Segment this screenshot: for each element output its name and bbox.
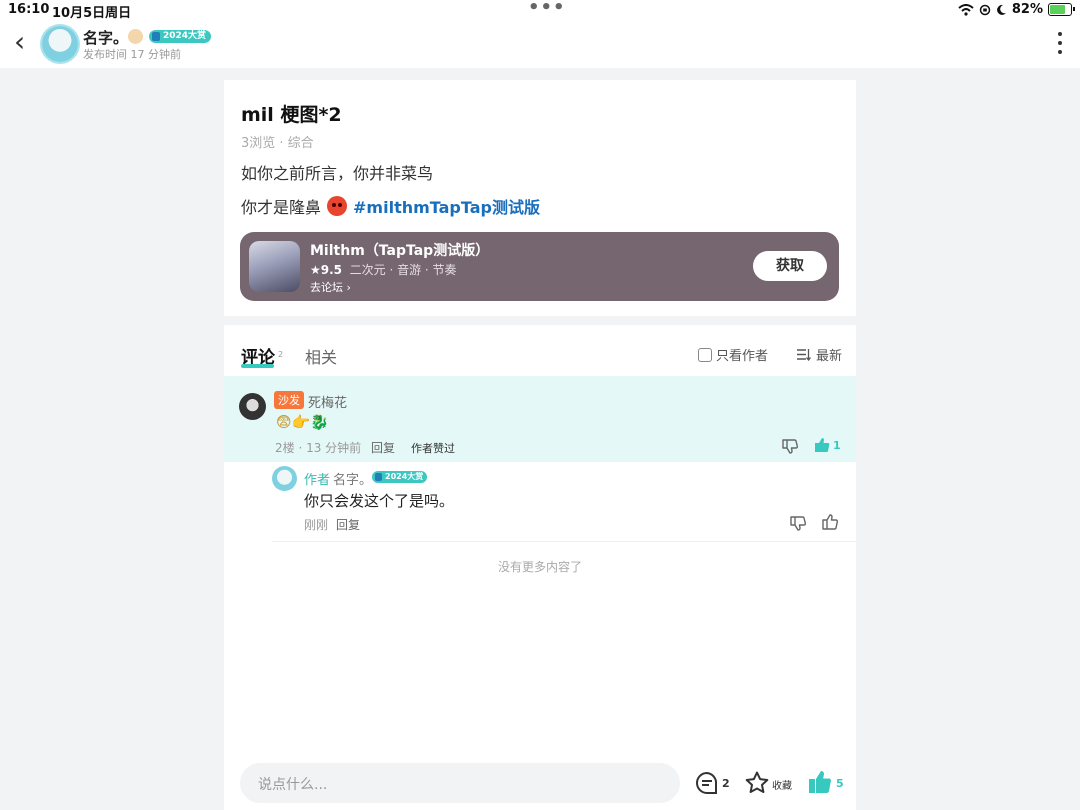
game-rating: ★9.5 bbox=[310, 263, 343, 277]
author-liked-label: 作者赞过 bbox=[411, 442, 455, 455]
author-avatar[interactable] bbox=[42, 26, 78, 62]
comment-item[interactable]: 沙发 死梅花 😨👉🐉 2楼 · 13 分钟前 回复 作者赞过 1 bbox=[224, 376, 856, 462]
battery-percent: 82% bbox=[1011, 2, 1043, 17]
post-card: mil 梗图*2 3浏览 · 综合 如你之前所言，你并非菜鸟 你才是隆鼻 #mi… bbox=[224, 80, 856, 316]
comment-input[interactable]: 说点什么... bbox=[240, 763, 680, 803]
divider bbox=[272, 541, 856, 542]
comment-meta: 2楼 · 13 分钟前 bbox=[275, 441, 362, 455]
like-icon[interactable] bbox=[813, 436, 831, 454]
like-count: 5 bbox=[836, 777, 844, 790]
like-icon[interactable] bbox=[807, 769, 833, 795]
comment-input-placeholder: 说点什么... bbox=[258, 777, 328, 793]
tab-related[interactable]: 相关 bbox=[305, 344, 337, 368]
status-date: 10月5日周日 bbox=[52, 6, 132, 21]
no-more-content: 没有更多内容了 bbox=[497, 560, 582, 574]
lock-rotation-icon bbox=[979, 4, 991, 15]
moon-icon bbox=[996, 4, 1006, 15]
back-icon[interactable]: ‹ bbox=[14, 28, 25, 56]
chevron-right-icon: › bbox=[346, 281, 351, 294]
more-options-icon[interactable] bbox=[1058, 32, 1062, 54]
comment-count: 2 bbox=[722, 777, 730, 790]
reply-avatar[interactable] bbox=[272, 466, 297, 491]
post-body-text: 你才是隆鼻 bbox=[241, 198, 322, 217]
game-tags: 二次元 · 音游 · 节奏 bbox=[349, 263, 457, 277]
bottom-action-bar: 说点什么... 2 收藏 5 bbox=[224, 758, 856, 810]
angry-face-icon bbox=[327, 196, 348, 216]
post-header: ‹ 名字。 2024大赏 发布时间 17 分钟前 bbox=[0, 20, 1080, 68]
post-title: mil 梗图*2 bbox=[241, 104, 342, 126]
sort-button[interactable]: 最新 bbox=[796, 345, 842, 364]
author-name[interactable]: 名字。 bbox=[83, 27, 128, 48]
award-badge: 2024大赏 bbox=[372, 471, 428, 483]
post-body-line: 如你之前所言，你并非菜鸟 bbox=[241, 164, 434, 183]
comment-icon[interactable] bbox=[694, 770, 720, 796]
comment-content: 😨👉🐉 bbox=[276, 413, 329, 431]
sofa-badge: 沙发 bbox=[274, 391, 304, 409]
game-forum-label: 去论坛 bbox=[310, 281, 343, 294]
star-icon[interactable] bbox=[744, 770, 770, 796]
author-only-toggle[interactable]: 只看作者 bbox=[698, 345, 768, 364]
reply-button[interactable]: 回复 bbox=[371, 439, 395, 456]
reply-time: 刚刚 bbox=[304, 518, 329, 532]
sort-label: 最新 bbox=[816, 349, 843, 364]
tab-active-indicator bbox=[241, 364, 274, 368]
reply-author-name[interactable]: 名字。 bbox=[333, 469, 372, 488]
author-tag: 作者 bbox=[304, 473, 331, 488]
game-meta: ★9.5 二次元 · 音游 · 节奏 bbox=[310, 261, 457, 278]
dislike-icon[interactable] bbox=[789, 514, 807, 532]
commenter-avatar[interactable] bbox=[239, 393, 266, 420]
comments-section: 评论 2 相关 只看作者 最新 沙发 死梅花 😨👉🐉 2楼 · 13 分钟前 回… bbox=[224, 325, 856, 758]
post-meta: 3浏览 · 综合 bbox=[241, 136, 314, 151]
favorite-label[interactable]: 收藏 bbox=[772, 777, 792, 792]
checkbox-icon bbox=[698, 347, 712, 362]
like-icon[interactable] bbox=[821, 513, 839, 531]
commenter-name[interactable]: 死梅花 bbox=[308, 392, 347, 411]
status-time: 16:10 bbox=[8, 2, 50, 17]
sort-icon bbox=[797, 349, 811, 361]
multitask-dots-icon[interactable]: ••• bbox=[528, 0, 566, 18]
reply-content: 你只会发这个了是吗。 bbox=[304, 492, 455, 510]
comment-count: 2 bbox=[278, 350, 284, 359]
reply-button[interactable]: 回复 bbox=[336, 516, 360, 533]
like-count: 1 bbox=[833, 439, 841, 452]
post-body-line: 你才是隆鼻 #milthmTapTap测试版 bbox=[241, 194, 540, 218]
game-name: Milthm（TapTap测试版） bbox=[310, 243, 490, 259]
post-time: 发布时间 17 分钟前 bbox=[83, 48, 181, 61]
status-bar: 16:10 10月5日周日 ••• 82% bbox=[0, 0, 1080, 21]
status-icons: 82% bbox=[958, 2, 1075, 17]
dislike-icon[interactable] bbox=[781, 437, 799, 455]
get-game-button[interactable]: 获取 bbox=[753, 251, 827, 281]
game-forum-link[interactable]: 去论坛 › bbox=[310, 279, 351, 295]
award-badge: 2024大赏 bbox=[149, 30, 212, 43]
author-only-label: 只看作者 bbox=[716, 349, 769, 364]
game-icon bbox=[249, 241, 300, 292]
game-card[interactable]: Milthm（TapTap测试版） ★9.5 二次元 · 音游 · 节奏 去论坛… bbox=[240, 232, 839, 301]
level-badge-icon bbox=[128, 29, 143, 44]
wifi-icon bbox=[958, 3, 974, 16]
hashtag-link[interactable]: #milthmTapTap测试版 bbox=[353, 194, 540, 218]
battery-icon bbox=[1048, 3, 1075, 16]
